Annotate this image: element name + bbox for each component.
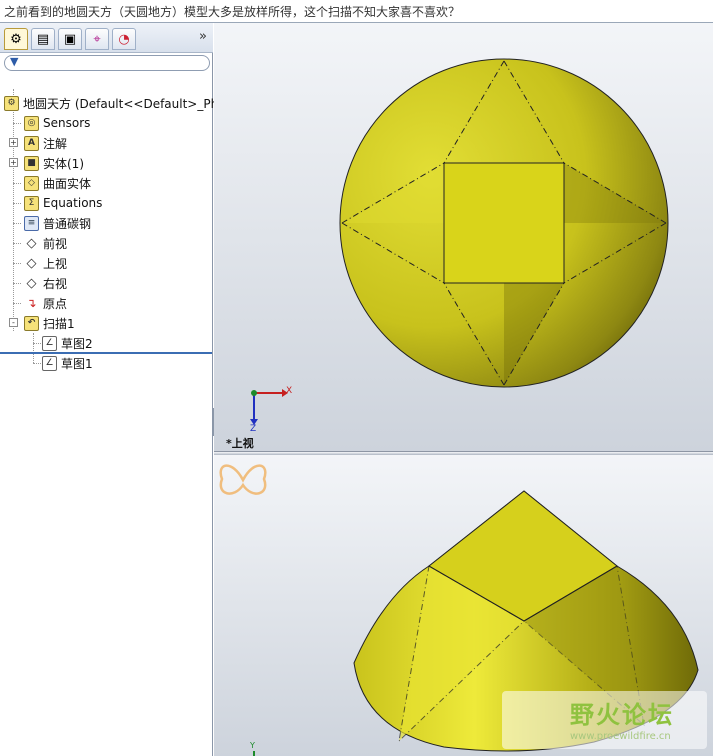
tree-item-surface-bodies[interactable]: ◇ 曲面实体	[24, 173, 91, 193]
tree-item-annotations[interactable]: A 注解	[24, 133, 67, 153]
equations-icon: Σ	[24, 195, 39, 211]
part-icon: ⚙	[4, 95, 19, 111]
tree-item-sketch2[interactable]: ∠ 草图2	[42, 333, 93, 353]
viewport-isometric-view[interactable]: Y 野火论坛 www.proewildfire.cn	[214, 455, 713, 756]
tree-item-equations[interactable]: Σ Equations	[24, 193, 102, 213]
watermark-url: www.proewildfire.cn	[570, 731, 671, 742]
tree-item-label: 实体(1)	[43, 156, 84, 171]
configuration-manager-tab[interactable]: ▣	[58, 28, 82, 50]
property-manager-icon: ▤	[36, 31, 50, 47]
collapse-sweep-toggle[interactable]: -	[9, 318, 18, 327]
triad-z-label: Z	[250, 424, 257, 434]
annotations-icon: A	[24, 135, 39, 151]
configuration-manager-icon: ▣	[63, 31, 77, 47]
surface-bodies-icon: ◇	[24, 175, 39, 191]
top-square-face	[443, 162, 565, 284]
expand-chevron-icon[interactable]: »	[199, 29, 207, 44]
origin-icon: ↴	[24, 295, 39, 311]
tree-root-part[interactable]: ⚙ 地圆天方 (Default<<Default>_Ph	[4, 93, 218, 113]
solid-bodies-icon: ■	[24, 155, 39, 171]
manager-tabs: ⚙ ▤ ▣ ⌖ ◔ »	[0, 23, 213, 53]
tree-filter-input[interactable]: ▼	[4, 55, 210, 71]
tree-item-label: 上视	[43, 256, 68, 271]
watermark-title: 野火论坛	[570, 701, 674, 729]
plane-icon: ◇	[24, 255, 39, 271]
plane-icon: ◇	[24, 235, 39, 251]
tree-item-label: 曲面实体	[43, 176, 92, 191]
tree-item-sweep[interactable]: ↶ 扫描1	[24, 313, 75, 333]
tree-item-label: 扫描1	[43, 316, 75, 331]
sweep-icon: ↶	[24, 315, 39, 331]
feature-tree: ⚙ 地圆天方 (Default<<Default>_Ph ◎ Sensors +…	[0, 71, 218, 371]
tree-item-solid-bodies[interactable]: ■ 实体(1)	[24, 153, 84, 173]
expand-annotations-toggle[interactable]: +	[9, 138, 18, 147]
tree-item-material[interactable]: ≡ 普通碳钢	[24, 213, 91, 233]
triad-y-label: Y	[250, 741, 255, 750]
tree-item-right-plane[interactable]: ◇ 右视	[24, 273, 67, 293]
display-manager-icon: ◔	[118, 31, 130, 47]
sketch-icon: ∠	[42, 355, 57, 371]
solidworks-window: ⚙ ▤ ▣ ⌖ ◔ » ▼ ⚙ 地圆天方 (Default<<Default>_…	[0, 22, 713, 756]
property-manager-tab[interactable]: ▤	[31, 28, 55, 50]
tree-item-sketch1[interactable]: ∠ 草图1	[42, 353, 93, 373]
triad-x-label: X	[286, 386, 293, 396]
tree-item-label: Sensors	[43, 116, 91, 130]
tree-item-label: 前视	[43, 236, 68, 251]
tree-item-label: 注解	[43, 136, 68, 151]
material-icon: ≡	[24, 215, 39, 231]
tree-item-origin[interactable]: ↴ 原点	[24, 293, 67, 313]
filter-icon: ▼	[10, 55, 19, 68]
view-triad	[250, 389, 288, 425]
feature-manager-tab[interactable]: ⚙	[4, 28, 28, 50]
tree-item-label: Equations	[43, 196, 103, 210]
tree-item-label: 右视	[43, 276, 68, 291]
tree-item-front-plane[interactable]: ◇ 前视	[24, 233, 67, 253]
viewport-top-view[interactable]: X Z *上视	[214, 23, 713, 451]
tree-item-label: 普通碳钢	[43, 216, 92, 231]
sketch-icon: ∠	[42, 335, 57, 351]
feature-manager-icon: ⚙	[10, 31, 22, 47]
butterfly-logo-icon	[219, 464, 267, 495]
tree-item-label: 原点	[43, 296, 68, 311]
post-caption: 之前看到的地圆天方（天圆地方）模型大多是放样所得，这个扫描不知大家喜不喜欢？	[4, 5, 461, 19]
tree-item-top-plane[interactable]: ◇ 上视	[24, 253, 67, 273]
plane-icon: ◇	[24, 275, 39, 291]
dimxpert-icon: ⌖	[93, 31, 101, 47]
display-manager-tab[interactable]: ◔	[112, 28, 136, 50]
tree-item-label: 草图1	[61, 356, 93, 371]
dimxpert-tab[interactable]: ⌖	[85, 28, 109, 50]
tree-root-label: 地圆天方 (Default<<Default>_Ph	[23, 96, 219, 111]
tree-end-rollback-bar[interactable]	[0, 352, 212, 354]
tree-item-sensors[interactable]: ◎ Sensors	[24, 113, 90, 133]
expand-solid-bodies-toggle[interactable]: +	[9, 158, 18, 167]
view-orientation-label: *上视	[226, 437, 254, 450]
sensors-icon: ◎	[24, 115, 39, 131]
feature-manager-panel: ⚙ ▤ ▣ ⌖ ◔ » ▼ ⚙ 地圆天方 (Default<<Default>_…	[0, 23, 218, 756]
tree-item-label: 草图2	[61, 336, 93, 351]
